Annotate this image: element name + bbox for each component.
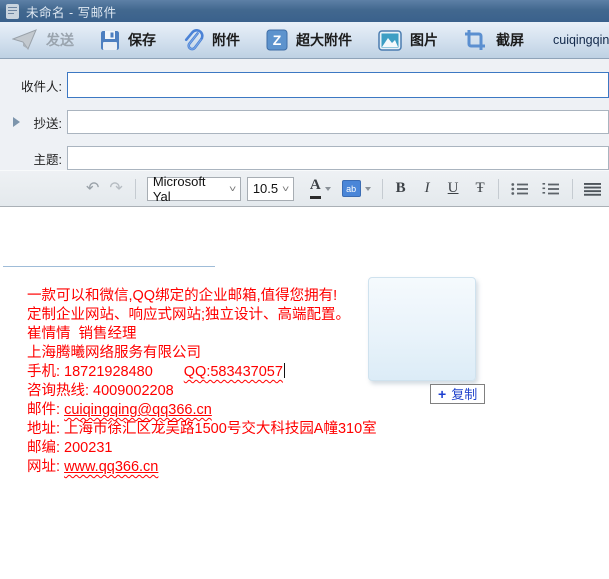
- italic-button[interactable]: I: [425, 181, 430, 196]
- numbered-list-icon[interactable]: [542, 182, 559, 196]
- font-family-select[interactable]: Microsoft Yal ˅: [147, 177, 241, 201]
- cc-expand-arrow-icon[interactable]: [13, 117, 20, 127]
- image-icon: [378, 30, 402, 51]
- image-label: 图片: [410, 30, 438, 50]
- sig-line-phone-qq: 手机: 18721928480 QQ:583437057: [27, 363, 377, 382]
- super-attach-label: 超大附件: [296, 30, 352, 50]
- undo-icon[interactable]: ↶: [86, 181, 99, 197]
- bold-button[interactable]: B: [396, 181, 406, 196]
- dragged-note-preview[interactable]: [368, 277, 476, 381]
- cc-input[interactable]: [67, 110, 609, 134]
- sig-line-website: 网址: www.qq366.cn: [27, 458, 377, 477]
- sig-line-email: 邮件: cuiqingqing@qq366.cn: [27, 401, 377, 420]
- chevron-down-icon: ˅: [281, 184, 288, 194]
- cc-label: 抄送:: [0, 113, 62, 132]
- signature-block: 一款可以和微信,QQ绑定的企业邮箱,值得您拥有! 定制企业网站、响应式网站;独立…: [27, 287, 377, 477]
- format-toolbar: ↶ ↷ Microsoft Yal ˅ 10.5 ˅ A ab B I U Ŧ: [0, 170, 609, 207]
- sig-line-zipcode: 邮编: 200231: [27, 439, 377, 458]
- underline-button[interactable]: U: [448, 181, 459, 196]
- attach-button[interactable]: 附件: [182, 29, 240, 52]
- separator: [382, 179, 383, 199]
- send-label: 发送: [46, 30, 74, 50]
- sig-line-slogan1: 一款可以和微信,QQ绑定的企业邮箱,值得您拥有!: [27, 287, 377, 306]
- copy-button[interactable]: + 复制: [430, 384, 485, 404]
- cc-row: 抄送:: [0, 110, 609, 134]
- separator: [135, 179, 136, 199]
- website-label: 网址:: [27, 459, 64, 475]
- email-label: 邮件:: [27, 402, 64, 418]
- to-row: 收件人:: [0, 72, 609, 98]
- font-size-select[interactable]: 10.5 ˅: [247, 177, 294, 201]
- font-color-dropdown-icon[interactable]: [325, 187, 331, 191]
- account-name[interactable]: cuiqingqin: [553, 22, 609, 59]
- svg-text:Z: Z: [273, 32, 282, 48]
- to-label: 收件人:: [0, 76, 62, 95]
- sig-line-hotline: 咨询热线: 4009002208: [27, 382, 377, 401]
- window-title: 未命名 - 写邮件: [26, 2, 117, 21]
- website-link[interactable]: www.qq366.cn: [64, 459, 158, 475]
- text-caret: [284, 363, 286, 378]
- compose-mail-window: 未命名 - 写邮件 发送 保存 附件: [0, 0, 609, 579]
- message-body-editor[interactable]: 一款可以和微信,QQ绑定的企业邮箱,值得您拥有! 定制企业网站、响应式网站;独立…: [0, 207, 609, 579]
- sig-line-name-title: 崔情情 销售经理: [27, 325, 377, 344]
- subject-label: 主题:: [0, 149, 62, 168]
- separator: [572, 179, 573, 199]
- save-button[interactable]: 保存: [100, 30, 156, 51]
- super-attach-icon: Z: [266, 29, 288, 51]
- sig-line-address: 地址: 上海市徐汇区龙吴路1500号交大科技园A幢310室: [27, 420, 377, 439]
- phone-text: 手机: 18721928480: [27, 364, 153, 380]
- highlight-button[interactable]: ab: [342, 180, 361, 197]
- subject-row: 主题:: [0, 146, 609, 170]
- super-attach-button[interactable]: Z 超大附件: [266, 29, 352, 51]
- qq-number: QQ:583437057: [184, 364, 283, 380]
- sig-line-company: 上海腾曦网络服务有限公司: [27, 344, 377, 363]
- send-button[interactable]: 发送: [12, 29, 74, 51]
- font-size-value: 10.5: [253, 181, 278, 196]
- screenshot-icon: [464, 29, 488, 51]
- paperclip-icon: [182, 29, 204, 52]
- send-icon: [12, 29, 38, 51]
- redo-icon[interactable]: ↷: [109, 181, 122, 197]
- title-bar[interactable]: 未命名 - 写邮件: [0, 0, 609, 22]
- separator: [498, 179, 499, 199]
- bullet-list-icon[interactable]: [511, 182, 528, 196]
- sig-line-slogan2: 定制企业网站、响应式网站;独立设计、高端配置。: [27, 306, 377, 325]
- align-justify-icon[interactable]: [584, 182, 601, 196]
- document-icon: [6, 4, 19, 19]
- main-toolbar: 发送 保存 附件 Z 超大附件: [0, 22, 609, 59]
- chevron-down-icon: ˅: [228, 184, 235, 194]
- screenshot-label: 截屏: [496, 30, 524, 50]
- save-icon: [100, 30, 120, 51]
- subject-input[interactable]: [67, 146, 609, 170]
- to-input[interactable]: [67, 72, 609, 98]
- image-button[interactable]: 图片: [378, 30, 438, 51]
- plus-icon: +: [438, 387, 446, 401]
- save-label: 保存: [128, 30, 156, 50]
- address-fields: 收件人: 抄送: 主题:: [0, 59, 609, 170]
- signature-divider: [3, 266, 215, 267]
- font-family-value: Microsoft Yal: [153, 174, 226, 204]
- copy-label: 复制: [451, 388, 477, 401]
- strikethrough-button[interactable]: Ŧ: [476, 181, 485, 196]
- font-color-button[interactable]: A: [310, 178, 321, 199]
- highlight-dropdown-icon[interactable]: [365, 187, 371, 191]
- email-link[interactable]: cuiqingqing@qq366.cn: [64, 402, 212, 418]
- attach-label: 附件: [212, 30, 240, 50]
- screenshot-button[interactable]: 截屏: [464, 29, 524, 51]
